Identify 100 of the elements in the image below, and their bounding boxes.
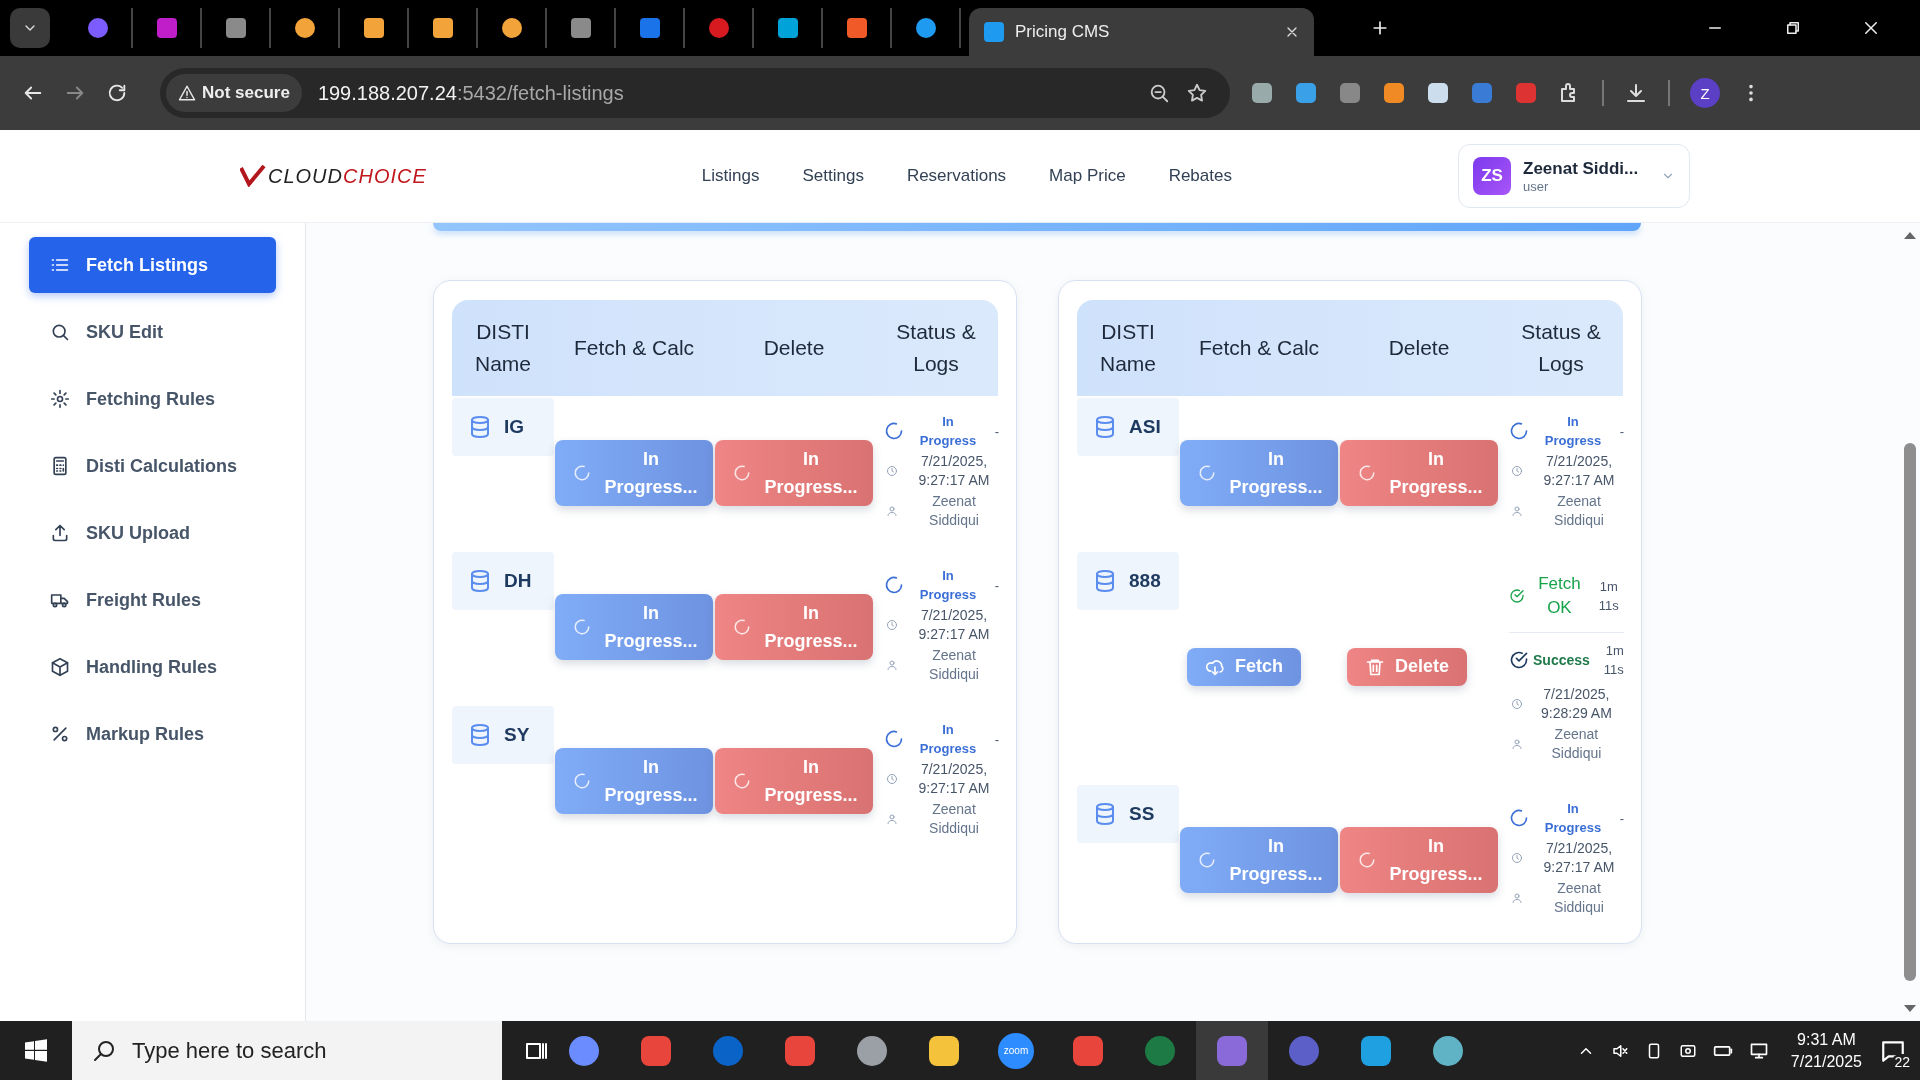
- column-header: DISTI Name: [1099, 319, 1157, 377]
- spinner-icon: [573, 464, 591, 482]
- sidebar-item[interactable]: Fetching Rules: [29, 371, 276, 427]
- column-header: Delete: [762, 335, 826, 361]
- person-icon: [1511, 892, 1523, 904]
- duration-text: -: [1618, 809, 1626, 828]
- extension-icon[interactable]: [1426, 81, 1450, 105]
- sidebar-item[interactable]: Markup Rules: [29, 706, 276, 762]
- extension-icon[interactable]: [1382, 81, 1406, 105]
- star-icon[interactable]: [1186, 82, 1208, 104]
- sidebar-item[interactable]: SKU Upload: [29, 505, 276, 561]
- column-header: Status & Logs: [895, 319, 977, 377]
- database-icon: [1093, 569, 1117, 593]
- extension-icon[interactable]: [1294, 81, 1318, 105]
- spinner-icon: [1509, 421, 1529, 441]
- person-icon: [886, 659, 898, 671]
- sidebar-item[interactable]: Handling Rules: [29, 639, 276, 695]
- duration-text: -: [993, 730, 1001, 749]
- sidebar-item[interactable]: Fetch Listings: [29, 237, 276, 293]
- disti-name: SY: [452, 706, 554, 764]
- clock-time: 9:31 AM: [1797, 1029, 1856, 1050]
- notification-badge: 22: [1892, 1053, 1912, 1070]
- duration-text: 1m 11s: [1597, 578, 1620, 615]
- disti-name: DH: [452, 552, 554, 610]
- spinner-icon: [1198, 464, 1216, 482]
- database-icon: [468, 415, 492, 439]
- reload-icon[interactable]: [106, 82, 128, 104]
- person-icon: [1511, 738, 1523, 750]
- user-menu[interactable]: ZS Zeenat Siddi... user: [1458, 144, 1690, 208]
- disti-name: SS: [1077, 785, 1179, 843]
- duration-text: -: [993, 576, 1001, 595]
- scroll-up-icon[interactable]: [1904, 231, 1916, 239]
- column-header: Status & Logs: [1520, 319, 1602, 377]
- download-icon[interactable]: [1624, 81, 1648, 105]
- database-icon: [468, 723, 492, 747]
- address-field[interactable]: Not secure 199.188.207.24:5432/fetch-listings: [160, 68, 1230, 118]
- database-icon: [468, 569, 492, 593]
- user-name: Zeenat Siddiqui: [1550, 725, 1603, 763]
- status-label: In Progress: [918, 567, 978, 604]
- sidebar-item[interactable]: Freight Rules: [29, 572, 276, 628]
- browser-tab[interactable]: Pricing CMS: [969, 8, 1314, 56]
- taskbar-search-field[interactable]: Type here to search: [72, 1021, 502, 1080]
- extension-icon[interactable]: [1250, 81, 1274, 105]
- spinner-icon: [884, 729, 904, 749]
- user-name: Zeenat Siddiqui: [928, 646, 980, 684]
- nav-link[interactable]: Settings: [802, 166, 864, 186]
- status-label: Success: [1533, 652, 1590, 668]
- logo[interactable]: CLOUDCHOICE: [240, 164, 427, 188]
- clock-icon: [1511, 698, 1523, 710]
- status-label: In Progress: [918, 413, 978, 450]
- close-icon[interactable]: [1862, 19, 1880, 37]
- database-icon: [1093, 802, 1117, 826]
- nav-link[interactable]: Rebates: [1168, 166, 1232, 186]
- sidebar-item[interactable]: Disti Calculations: [29, 438, 276, 494]
- search-icon: [92, 1038, 116, 1063]
- spinner-icon: [1358, 464, 1376, 482]
- calculator-icon: [50, 456, 70, 476]
- status-label: In Progress: [1543, 413, 1603, 450]
- clock-icon: [1511, 465, 1523, 477]
- spinner-icon: [733, 772, 751, 790]
- spinner-icon: [1198, 851, 1216, 869]
- windows-logo-icon[interactable]: [24, 1038, 48, 1063]
- system-clock[interactable]: 9:31 AM 7/21/2025: [1790, 1028, 1862, 1073]
- user-avatar: ZS: [1473, 157, 1511, 195]
- settings-icon: [50, 389, 70, 409]
- timestamp: 7/21/2025, 9:27:17 AM: [917, 606, 991, 644]
- restore-icon[interactable]: [1784, 19, 1802, 37]
- warning-icon: [178, 84, 196, 102]
- nav-link[interactable]: Listings: [701, 166, 760, 186]
- person-icon: [886, 505, 898, 517]
- timestamp: 7/21/2025, 9:27:17 AM: [917, 760, 991, 798]
- spinner-icon: [884, 575, 904, 595]
- security-chip[interactable]: Not secure: [166, 74, 302, 112]
- duration-text: 1m 11s: [1602, 642, 1624, 679]
- user-name: Zeenat Siddiqui: [928, 492, 980, 530]
- spinner-icon: [1358, 851, 1376, 869]
- column-header: Fetch & Calc: [572, 335, 696, 361]
- nav-link[interactable]: Map Price: [1049, 166, 1126, 186]
- person-icon: [886, 813, 898, 825]
- user-name: Zeenat Siddiqui: [1553, 492, 1605, 530]
- duration-text: -: [993, 422, 1001, 441]
- zoom-icon[interactable]: [1148, 82, 1170, 104]
- clock-icon: [886, 773, 898, 785]
- spinner-icon: [733, 464, 751, 482]
- clock-icon: [886, 619, 898, 631]
- database-icon: [1093, 415, 1117, 439]
- status-label: In Progress: [918, 721, 978, 758]
- timestamp: 7/21/2025, 9:28:29 AM: [1540, 685, 1613, 723]
- column-header: DISTI Name: [474, 319, 532, 377]
- spinner-icon: [573, 618, 591, 636]
- sidebar-item[interactable]: SKU Edit: [29, 304, 276, 360]
- check-circle-icon: [1509, 588, 1525, 604]
- column-header: Delete: [1387, 335, 1451, 361]
- scroll-down-icon[interactable]: [1904, 1005, 1916, 1013]
- person-icon: [1511, 505, 1523, 517]
- spinner-icon: [573, 772, 591, 790]
- duration-text: -: [1618, 422, 1626, 441]
- percent-icon: [50, 724, 70, 744]
- profile-avatar[interactable]: Z: [1690, 78, 1720, 108]
- nav-link[interactable]: Reservations: [906, 166, 1007, 186]
